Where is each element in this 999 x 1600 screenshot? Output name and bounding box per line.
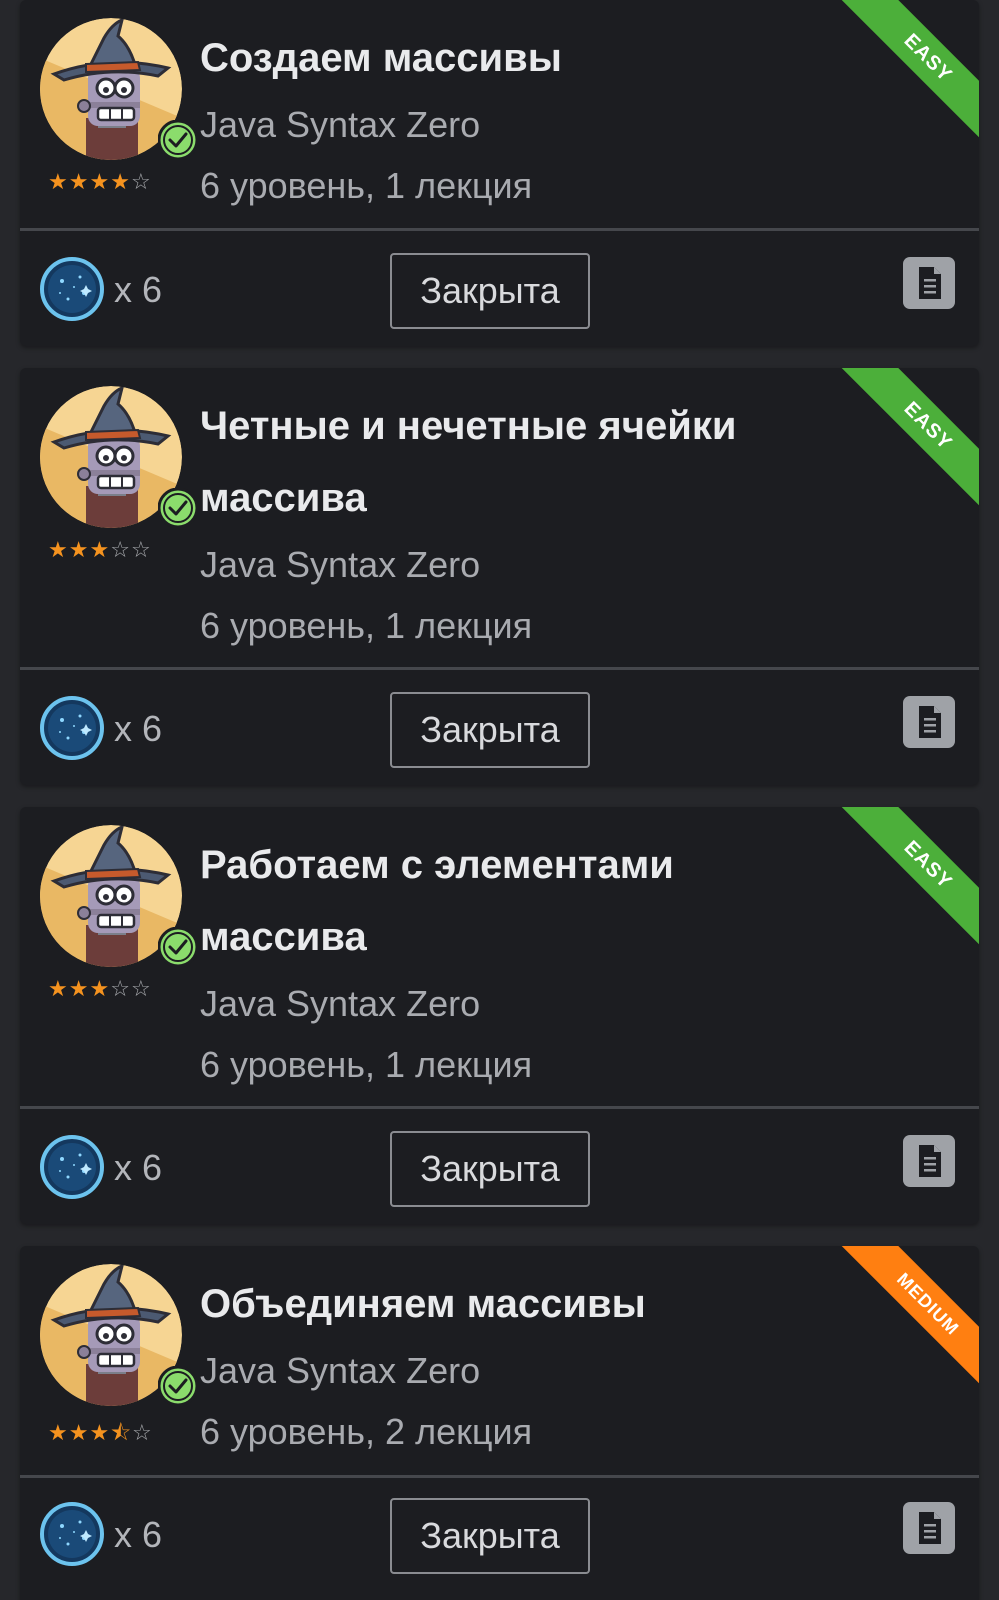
star-filled-icon: ★ xyxy=(89,977,111,1002)
document-icon[interactable] xyxy=(903,1502,955,1554)
star-filled-icon: ★ xyxy=(110,170,131,195)
star-empty-icon: ☆ xyxy=(132,1421,153,1446)
check-icon xyxy=(158,927,198,967)
difficulty-ribbon: EASY xyxy=(839,0,979,140)
closed-status-button[interactable]: Закрыта xyxy=(390,1131,590,1207)
task-title[interactable]: Четные и нечетные ячейки массива xyxy=(200,390,839,534)
closed-status-button[interactable]: Закрыта xyxy=(390,692,590,768)
star-filled-icon: ★ xyxy=(68,1421,90,1446)
rating-stars: ★★★☆☆ xyxy=(48,538,152,563)
rating-stars: ★★★☆☆ xyxy=(48,977,152,1002)
document-icon[interactable] xyxy=(903,696,955,748)
difficulty-label: EASY xyxy=(839,807,979,947)
star-filled-icon: ★ xyxy=(68,170,90,195)
star-filled-icon: ★ xyxy=(48,977,69,1002)
reward-multiplier: x 6 xyxy=(114,269,163,310)
star-filled-icon: ★ xyxy=(48,538,69,563)
star-filled-icon: ★ xyxy=(48,170,69,195)
difficulty-ribbon: MEDIUM xyxy=(839,1246,979,1386)
dark-matter-coin-icon xyxy=(40,1502,104,1566)
course-name: Java Syntax Zero xyxy=(200,104,481,145)
course-name: Java Syntax Zero xyxy=(200,1350,481,1391)
task-list: ★★★★☆ Создаем массивы Java Syntax Zero 6… xyxy=(0,0,999,1600)
reward-multiplier: x 6 xyxy=(114,708,163,749)
star-filled-icon: ★ xyxy=(68,538,90,563)
star-half-icon: ⯪ xyxy=(110,1421,133,1446)
star-empty-icon: ☆ xyxy=(110,538,131,563)
course-name: Java Syntax Zero xyxy=(200,983,481,1024)
robot-wizard-icon xyxy=(40,1264,198,1406)
rating-stars: ★★★★☆ xyxy=(48,170,152,195)
robot-wizard-icon xyxy=(40,18,198,160)
robot-wizard-icon xyxy=(40,386,198,528)
star-filled-icon: ★ xyxy=(68,977,90,1002)
closed-status-button[interactable]: Закрыта xyxy=(390,253,590,329)
star-empty-icon: ☆ xyxy=(130,977,152,1002)
rating-stars: ★★★⯪☆ xyxy=(48,1416,153,1454)
check-icon xyxy=(158,488,198,528)
star-filled-icon: ★ xyxy=(89,1421,111,1446)
document-icon[interactable] xyxy=(903,257,955,309)
dark-matter-coin-icon xyxy=(40,696,104,760)
task-title[interactable]: Объединяем массивы xyxy=(200,1268,839,1340)
reward-multiplier: x 6 xyxy=(114,1514,163,1555)
level-lecture: 6 уровень, 2 лекция xyxy=(200,1411,533,1452)
course-name: Java Syntax Zero xyxy=(200,544,481,585)
difficulty-ribbon: EASY xyxy=(839,368,979,508)
robot-wizard-icon xyxy=(40,825,198,967)
task-card[interactable]: ★★★☆☆ Работаем с элементами массива Java… xyxy=(20,807,979,1224)
task-card[interactable]: ★★★☆☆ Четные и нечетные ячейки массива J… xyxy=(20,368,979,785)
star-filled-icon: ★ xyxy=(89,538,111,563)
difficulty-label: MEDIUM xyxy=(839,1246,979,1386)
check-icon xyxy=(158,1366,198,1406)
reward-multiplier: x 6 xyxy=(114,1147,163,1188)
task-title[interactable]: Создаем массивы xyxy=(200,22,839,94)
star-empty-icon: ☆ xyxy=(130,170,152,195)
dark-matter-coin-icon xyxy=(40,257,104,321)
star-filled-icon: ★ xyxy=(48,1421,69,1446)
star-empty-icon: ☆ xyxy=(110,977,131,1002)
check-icon xyxy=(158,120,198,160)
star-empty-icon: ☆ xyxy=(130,538,152,563)
closed-status-button[interactable]: Закрыта xyxy=(390,1498,590,1574)
level-lecture: 6 уровень, 1 лекция xyxy=(200,165,533,206)
task-card[interactable]: ★★★★☆ Создаем массивы Java Syntax Zero 6… xyxy=(20,0,979,346)
difficulty-ribbon: EASY xyxy=(839,807,979,947)
difficulty-label: EASY xyxy=(839,0,979,140)
difficulty-label: EASY xyxy=(839,368,979,508)
document-icon[interactable] xyxy=(903,1135,955,1187)
dark-matter-coin-icon xyxy=(40,1135,104,1199)
task-title[interactable]: Работаем с элементами массива xyxy=(200,829,839,973)
star-filled-icon: ★ xyxy=(89,170,111,195)
task-card[interactable]: ★★★⯪☆ Объединяем массивы Java Syntax Zer… xyxy=(20,1246,979,1600)
level-lecture: 6 уровень, 1 лекция xyxy=(200,1044,533,1085)
level-lecture: 6 уровень, 1 лекция xyxy=(200,605,533,646)
